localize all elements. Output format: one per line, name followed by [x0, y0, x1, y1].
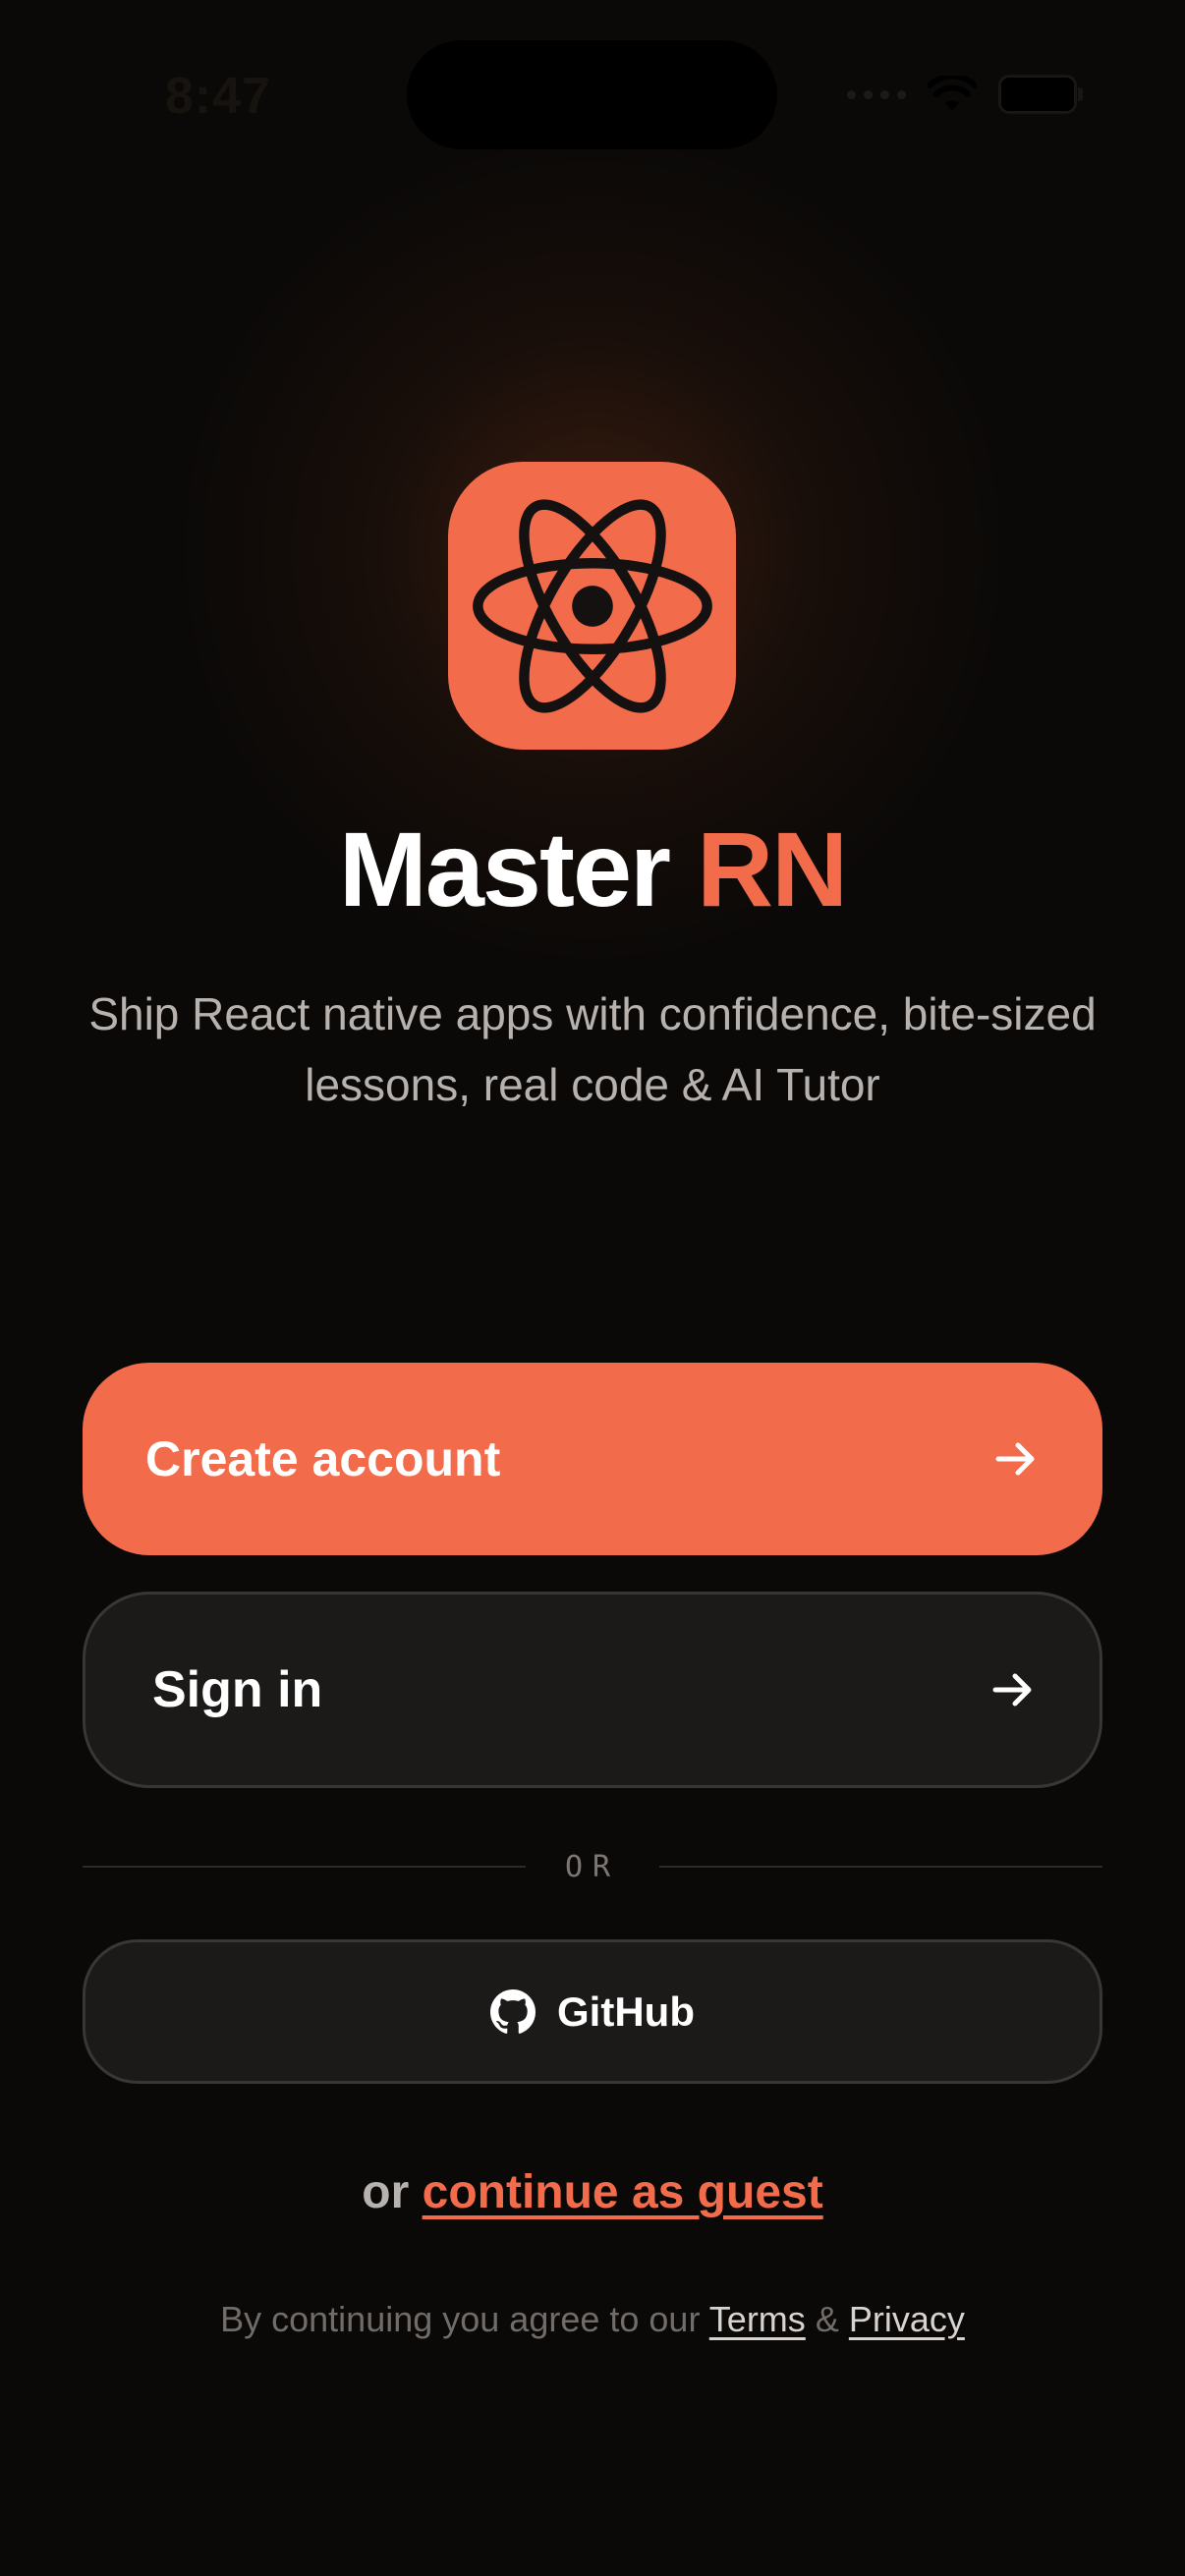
status-indicators [847, 75, 1083, 114]
continue-as-guest-link[interactable]: continue as guest [423, 2166, 823, 2218]
sign-in-label: Sign in [152, 1661, 323, 1718]
welcome-screen: 8:47 Master RN Ship React native apps wi… [0, 0, 1185, 2576]
app-logo [448, 462, 736, 750]
arrow-right-icon [995, 1442, 1035, 1476]
divider-label: OR [564, 1849, 621, 1884]
guest-prefix: or [362, 2166, 410, 2218]
github-button[interactable]: GitHub [83, 1939, 1102, 2084]
app-title-main: Master [338, 810, 671, 928]
sign-in-button[interactable]: Sign in [83, 1592, 1102, 1788]
divider-line-left [83, 1866, 526, 1868]
battery-icon [998, 75, 1083, 114]
react-atom-icon [472, 498, 712, 713]
app-title-accent: RN [697, 810, 848, 928]
legal-prefix: By continuing you agree to our [220, 2299, 701, 2339]
arrow-right-icon [992, 1673, 1032, 1707]
github-icon [490, 1988, 536, 2034]
cellular-signal-icon [847, 89, 906, 99]
create-account-button[interactable]: Create account [83, 1363, 1102, 1555]
terms-link[interactable]: Terms [709, 2299, 806, 2339]
guest-row: or continue as guest [0, 2165, 1185, 2219]
github-label: GitHub [557, 1988, 695, 2035]
legal-notice: By continuing you agree to our Terms & P… [0, 2299, 1185, 2340]
dynamic-island [407, 40, 777, 149]
status-time: 8:47 [165, 68, 272, 125]
or-divider: OR [83, 1847, 1102, 1886]
privacy-link[interactable]: Privacy [849, 2299, 965, 2339]
app-subtitle: Ship React native apps with confidence, … [88, 988, 1097, 1110]
divider-line-right [659, 1866, 1102, 1868]
wifi-icon [928, 76, 977, 111]
app-title: Master RN [0, 806, 1185, 933]
legal-separator: & [815, 2299, 839, 2339]
create-account-label: Create account [145, 1431, 501, 1486]
